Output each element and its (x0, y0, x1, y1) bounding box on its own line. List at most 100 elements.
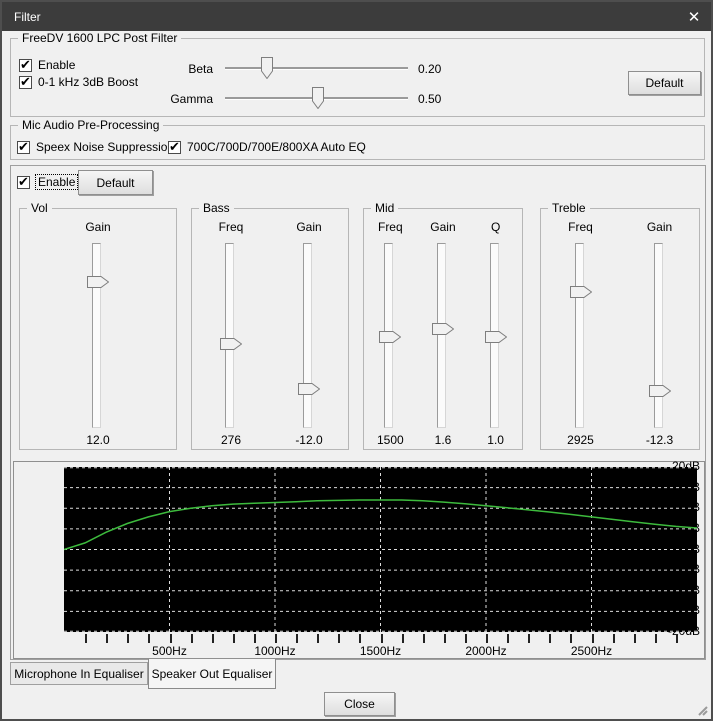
gamma-value: 0.50 (418, 92, 441, 106)
filter-dialog: Filter ✕ FreeDV 1600 LPC Post Filter Ena… (0, 0, 713, 721)
slider-value: 1.6 (418, 433, 468, 447)
slider-thumb[interactable] (379, 331, 401, 343)
checkbox-label: 0-1 kHz 3dB Boost (38, 75, 138, 89)
bass-freq-slider[interactable] (220, 243, 242, 428)
beta-slider[interactable] (225, 57, 408, 81)
slider-thumb[interactable] (312, 87, 324, 109)
checkbox-box[interactable] (17, 141, 30, 154)
checkbox-box[interactable] (19, 59, 32, 72)
vol-group: Vol Gain 12.0 (19, 208, 177, 450)
vol-group-label: Vol (27, 201, 52, 215)
x-minor-tick (613, 634, 615, 643)
slider-track[interactable] (303, 243, 312, 428)
slider-track[interactable] (575, 243, 584, 428)
x-minor-tick (465, 634, 467, 643)
x-tick-label: 1500Hz (360, 644, 401, 658)
slider-thumb[interactable] (298, 383, 320, 395)
x-minor-tick (486, 634, 488, 643)
equaliser-enable-checkbox[interactable]: Enable (17, 175, 77, 189)
gamma-label: Gamma (143, 92, 213, 106)
x-tick-label: 2500Hz (571, 644, 612, 658)
treble-gain-slider[interactable] (649, 243, 671, 428)
x-minor-tick (634, 634, 636, 643)
boost-checkbox[interactable]: 0-1 kHz 3dB Boost (19, 75, 138, 89)
plot-area (64, 467, 697, 632)
vol-gain-slider[interactable] (87, 243, 109, 428)
x-minor-tick (212, 634, 214, 643)
tab-speaker-out-equaliser[interactable]: Speaker Out Equaliser (148, 659, 276, 689)
slider-thumb[interactable] (87, 276, 109, 288)
slider-label: Gain (418, 220, 468, 234)
x-minor-tick (381, 634, 383, 643)
slider-thumb[interactable] (220, 338, 242, 350)
treble-freq-slider[interactable] (570, 243, 592, 428)
mid-freq-slider[interactable] (379, 243, 401, 428)
bass-gain-slider[interactable] (298, 243, 320, 428)
auto-eq-checkbox[interactable]: 700C/700D/700E/800XA Auto EQ (168, 140, 366, 154)
slider-track[interactable] (225, 67, 408, 69)
post-filter-group: FreeDV 1600 LPC Post Filter Enable 0-1 k… (10, 38, 705, 117)
mid-freq-column: Freq 1500 (365, 209, 415, 449)
slider-thumb[interactable] (261, 57, 273, 79)
slider-value: 1.0 (471, 433, 521, 447)
slider-value: -12.0 (280, 433, 338, 447)
speex-noise-suppression-checkbox[interactable]: Speex Noise Suppression (17, 140, 174, 154)
x-minor-tick (191, 634, 193, 643)
resize-grip-icon[interactable] (694, 702, 708, 716)
equaliser-default-button[interactable]: Default (78, 170, 153, 195)
slider-value: 1500 (365, 433, 415, 447)
x-tick-label: 1000Hz (254, 644, 295, 658)
slider-thumb[interactable] (570, 286, 592, 298)
checkbox-box[interactable] (17, 176, 30, 189)
x-minor-tick (233, 634, 235, 643)
x-minor-tick (106, 634, 108, 643)
x-minor-tick (170, 634, 172, 643)
checkbox-box[interactable] (19, 76, 32, 89)
postfilter-enable-checkbox[interactable]: Enable (19, 58, 75, 72)
mid-group: Mid Freq 1500 Gain (363, 208, 523, 450)
slider-thumb[interactable] (432, 323, 454, 335)
tab-microphone-in-equaliser[interactable]: Microphone In Equaliser (10, 662, 148, 685)
vol-gain-column: Gain 12.0 (69, 209, 127, 449)
gamma-slider[interactable] (225, 87, 408, 111)
beta-label: Beta (143, 62, 213, 76)
checkbox-box[interactable] (168, 141, 181, 154)
x-minor-tick (148, 634, 150, 643)
slider-track[interactable] (437, 243, 446, 428)
x-minor-tick (317, 634, 319, 643)
x-minor-tick (127, 634, 129, 643)
checkbox-label: Enable (38, 58, 75, 72)
treble-gain-column: Gain -12.3 (631, 209, 689, 449)
beta-value: 0.20 (418, 62, 441, 76)
slider-value: -12.3 (631, 433, 689, 447)
slider-label: Q (471, 220, 521, 234)
bass-freq-column: Freq 276 (202, 209, 260, 449)
mid-q-slider[interactable] (485, 243, 507, 428)
x-minor-tick (570, 634, 572, 643)
bass-group: Bass Freq 276 Gain (191, 208, 349, 450)
postfilter-default-button[interactable]: Default (628, 71, 701, 95)
x-minor-tick (676, 634, 678, 643)
slider-thumb[interactable] (485, 331, 507, 343)
mid-gain-slider[interactable] (432, 243, 454, 428)
x-minor-tick (296, 634, 298, 643)
slider-track[interactable] (225, 243, 234, 428)
mid-gain-column: Gain 1.6 (418, 209, 468, 449)
close-icon[interactable]: ✕ (677, 2, 711, 31)
x-minor-tick (444, 634, 446, 643)
checkbox-label: Enable (36, 175, 77, 189)
slider-thumb[interactable] (649, 385, 671, 397)
x-minor-tick (549, 634, 551, 643)
slider-track[interactable] (92, 243, 101, 428)
treble-freq-column: Freq 2925 (552, 209, 610, 449)
close-button[interactable]: Close (324, 692, 395, 716)
x-minor-tick (592, 634, 594, 643)
frequency-response-plot: 20dB15dB10dB5dB0dB-5dB-10dB-15dB-20dB 50… (13, 461, 705, 659)
slider-value: 2925 (552, 433, 610, 447)
post-filter-group-label: FreeDV 1600 LPC Post Filter (18, 31, 181, 45)
response-curve (64, 500, 697, 550)
title-bar[interactable]: Filter ✕ (2, 2, 711, 31)
x-minor-tick (359, 634, 361, 643)
treble-group: Treble Freq 2925 Gain (540, 208, 700, 450)
slider-track[interactable] (654, 243, 663, 428)
